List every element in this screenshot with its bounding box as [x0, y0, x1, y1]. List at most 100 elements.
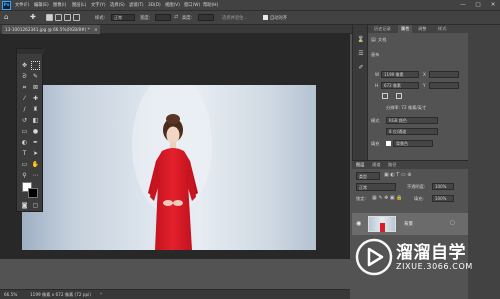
path-select-tool-icon[interactable]: ➤ — [31, 149, 40, 158]
history-brush-icon[interactable]: ↺ — [20, 116, 29, 125]
y-field[interactable] — [429, 82, 459, 89]
status-arrow-icon[interactable]: › — [100, 290, 102, 299]
properties-panel-icon[interactable]: ☰ — [356, 49, 366, 59]
swap-icon[interactable]: ⇄ — [174, 14, 178, 20]
link-icon[interactable] — [382, 93, 388, 99]
height-input[interactable] — [198, 14, 214, 21]
dodge-tool-icon[interactable]: ◐ — [20, 138, 29, 147]
lock-icons[interactable]: ▦ ✎ ✥ ▣ 🔒 — [372, 195, 402, 201]
gradient-tool-icon[interactable]: ▭ — [20, 127, 29, 136]
move-tool-icon[interactable]: ✥ — [20, 61, 29, 70]
mode-select[interactable]: RGB 颜色 — [386, 117, 438, 124]
zoom-level[interactable]: 66.5% — [4, 290, 17, 299]
hand-tool-icon[interactable]: ✋ — [31, 160, 40, 169]
layer-kind-filter[interactable]: 类型 — [356, 172, 380, 180]
width-label: 宽度: — [140, 16, 151, 21]
frame-tool-icon[interactable]: ⊠ — [31, 83, 40, 92]
style-select[interactable]: 正常 — [111, 14, 135, 21]
menu-image[interactable]: 图像(I) — [53, 1, 66, 10]
maximize-button[interactable]: □ — [471, 0, 485, 11]
auto-align-label: 自动对齐 — [270, 16, 288, 21]
opacity-field[interactable]: 100% — [432, 183, 454, 190]
fill-opacity-field[interactable]: 100% — [432, 195, 454, 202]
select-and-mask-button[interactable]: 选择并遮住... — [222, 15, 248, 21]
auto-align-checkbox[interactable] — [263, 15, 268, 20]
menu-file[interactable]: 文件(F) — [15, 1, 29, 10]
properties-tabs: 历史记录 属性 调整 样式 — [368, 25, 468, 33]
rotate-icon[interactable] — [396, 93, 402, 99]
more-tools-icon[interactable]: ⋯ — [31, 171, 40, 180]
close-window-button[interactable]: ✕ — [486, 0, 500, 11]
healing-tool-icon[interactable]: ✚ — [31, 94, 40, 103]
eyedropper-tool-icon[interactable]: ⁄ — [20, 94, 29, 103]
blend-mode-select[interactable]: 正常 — [356, 183, 396, 191]
visibility-eye-icon[interactable]: ◉ — [356, 220, 361, 227]
fill-select[interactable]: 背景色 — [393, 140, 433, 147]
subtract-selection-icon[interactable] — [64, 14, 71, 21]
history-panel-icon[interactable]: ⌛ — [356, 35, 366, 45]
new-selection-icon[interactable] — [46, 14, 53, 21]
fill-opacity-label: 填充: — [414, 196, 424, 201]
menu-type[interactable]: 文字(Y) — [91, 1, 106, 10]
opacity-label: 不透明度: — [407, 184, 426, 189]
tab-layers[interactable]: 图层 — [356, 161, 364, 169]
layer-name[interactable]: 背景 — [404, 221, 413, 227]
brush-tool-icon[interactable]: ∕ — [20, 105, 29, 114]
brush-panel-icon[interactable]: ✐ — [356, 63, 366, 73]
tab-styles[interactable]: 样式 — [438, 25, 446, 33]
zoom-tool-icon[interactable]: ⚲ — [20, 171, 29, 180]
style-label: 样式: — [95, 16, 106, 21]
close-tab-icon[interactable]: × — [94, 27, 98, 32]
crosshair-tool-icon[interactable]: ✚ — [30, 13, 36, 21]
tab-properties[interactable]: 属性 — [398, 25, 413, 33]
menu-help[interactable]: 帮助(H) — [203, 1, 218, 10]
menu-window[interactable]: 窗口(W) — [184, 1, 200, 10]
eraser-tool-icon[interactable]: ◧ — [31, 116, 40, 125]
layer-thumbnail — [368, 216, 396, 232]
document-info[interactable]: 1199 像素 x 672 像素 (72 ppi) — [30, 290, 91, 299]
menu-filter[interactable]: 滤镜(T) — [129, 1, 144, 10]
tab-adjustments[interactable]: 调整 — [418, 25, 426, 33]
fill-swatch[interactable] — [386, 141, 391, 146]
background-color-swatch[interactable] — [28, 188, 38, 198]
x-field[interactable] — [429, 71, 459, 78]
type-tool-icon[interactable]: T — [20, 149, 29, 158]
y-label: Y — [423, 83, 426, 88]
blur-tool-icon[interactable]: ● — [31, 127, 40, 136]
stamp-tool-icon[interactable]: ♜ — [31, 105, 40, 114]
canvas-height-field[interactable]: 672 像素 — [381, 82, 419, 89]
quick-mask-icon[interactable]: ◙ — [20, 201, 29, 210]
marquee-tool-icon[interactable] — [31, 61, 40, 70]
tab-history[interactable]: 历史记录 — [374, 25, 391, 33]
screen-mode-icon[interactable]: ▢ — [31, 201, 40, 210]
shape-tool-icon[interactable]: ▭ — [20, 160, 29, 169]
document-tab-title: 13-1001262341.jpg @ 66.5%(RGB/8#) * — [5, 27, 90, 32]
layer-filter-icons[interactable]: ▣ ◐ T ▭ ⊕ — [384, 172, 411, 178]
menu-select[interactable]: 选择(S) — [110, 1, 125, 10]
lock-label: 锁定: — [356, 196, 366, 201]
add-selection-icon[interactable] — [55, 14, 62, 21]
width-input[interactable] — [155, 14, 171, 21]
bit-depth-select[interactable]: 8 位/通道 — [386, 128, 438, 135]
tools-panel-header[interactable] — [17, 49, 44, 54]
home-icon[interactable]: ⌂ — [4, 13, 8, 21]
pen-tool-icon[interactable]: ✒ — [31, 138, 40, 147]
x-label: X — [423, 72, 426, 77]
canvas-width-field[interactable]: 1199 像素 — [381, 71, 419, 78]
menu-layer[interactable]: 图层(L) — [72, 1, 86, 10]
document-photo[interactable] — [22, 85, 316, 250]
lasso-tool-icon[interactable]: ᘐ — [20, 72, 29, 81]
tab-channels[interactable]: 通道 — [372, 161, 380, 169]
resolution-text: 分辨率: 72 像素/英寸 — [386, 105, 427, 110]
menu-3d[interactable]: 3D(D) — [148, 1, 161, 10]
minimize-button[interactable]: — — [456, 0, 470, 11]
menu-view[interactable]: 视图(V) — [165, 1, 180, 10]
quick-select-tool-icon[interactable]: ✎ — [31, 72, 40, 81]
intersect-selection-icon[interactable] — [73, 14, 80, 21]
tab-paths[interactable]: 路径 — [388, 161, 396, 169]
menu-edit[interactable]: 编辑(E) — [34, 1, 49, 10]
thumbnail-figure — [380, 223, 385, 232]
document-tab[interactable]: 13-1001262341.jpg @ 66.5%(RGB/8#) * × — [2, 25, 100, 34]
crop-tool-icon[interactable]: ⌗ — [20, 83, 29, 92]
woman-in-red-dress-image — [132, 85, 212, 250]
